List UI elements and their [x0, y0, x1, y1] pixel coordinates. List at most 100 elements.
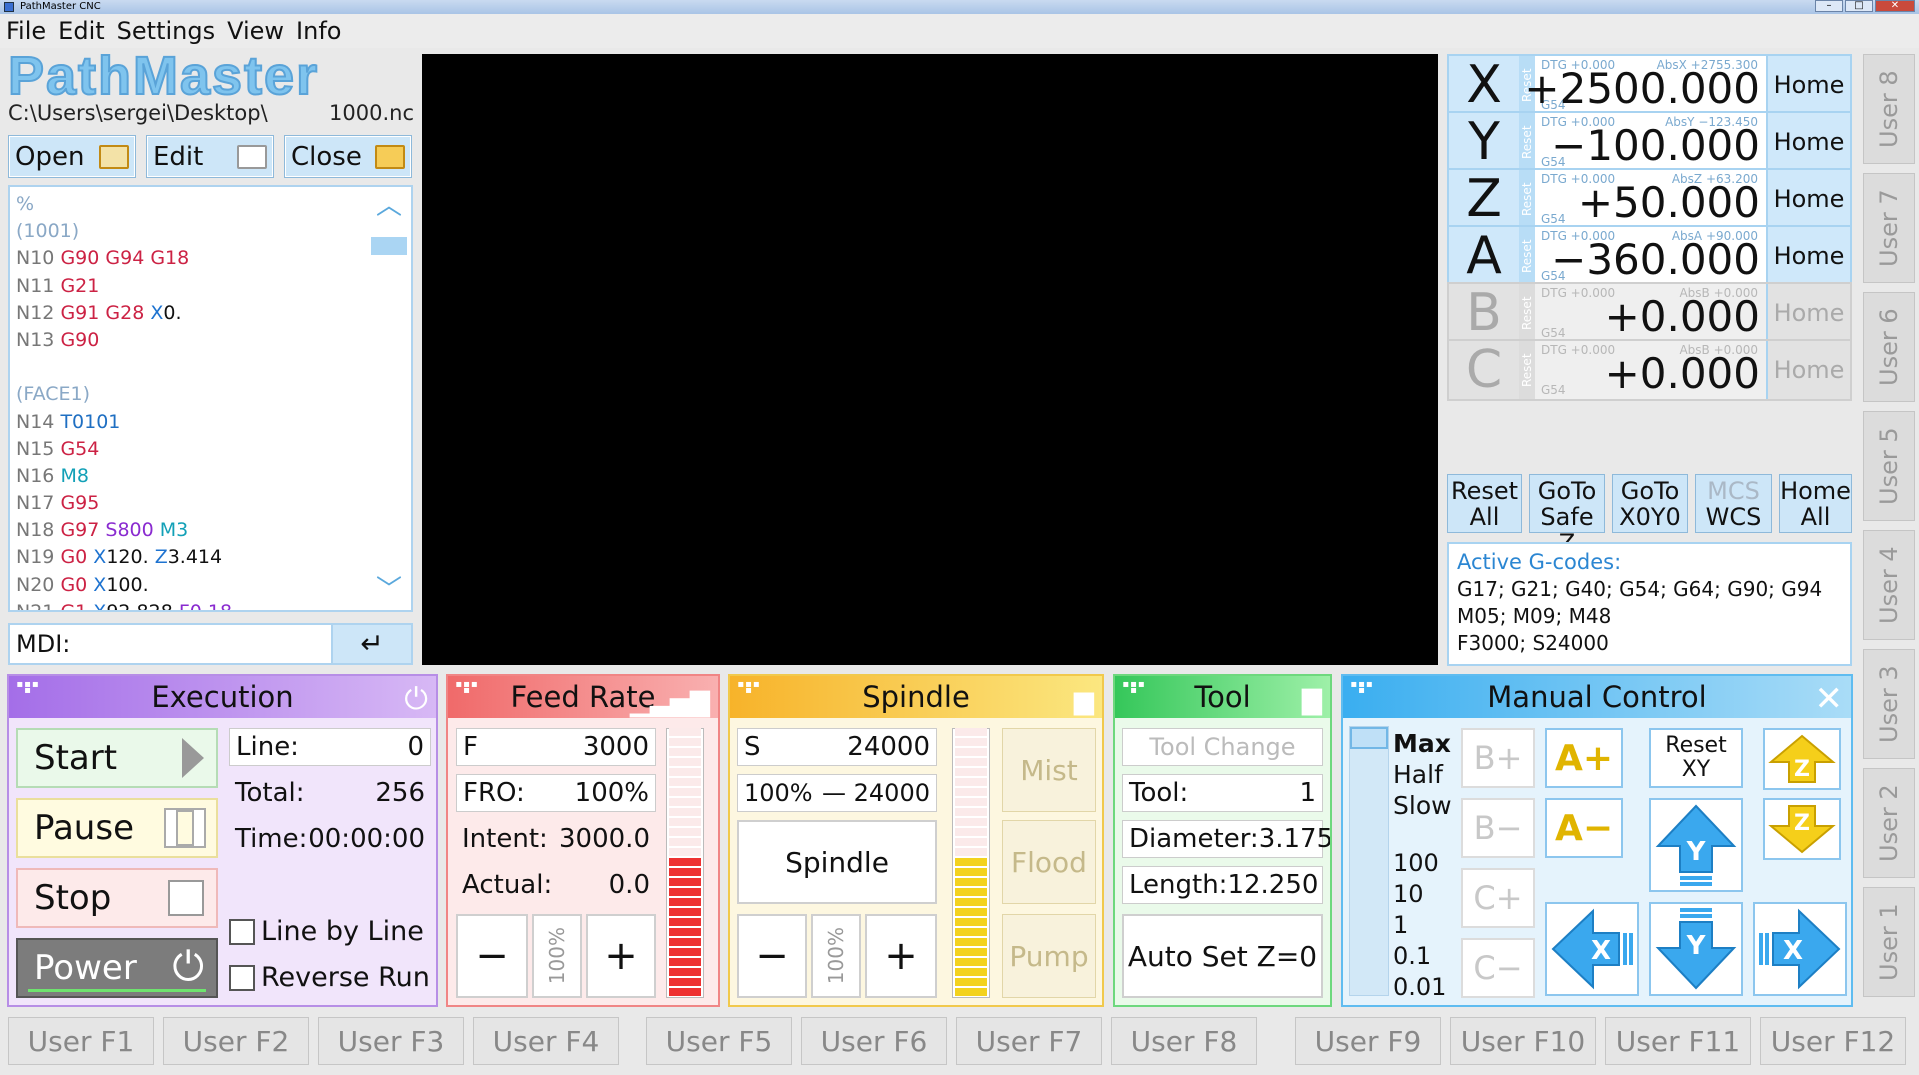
axis-reset-button[interactable]: Reset [1519, 284, 1535, 342]
feed-plus-button[interactable]: + [586, 914, 656, 998]
scroll-down-icon[interactable]: ﹀ [371, 575, 407, 605]
axis-home-button[interactable]: Home [1766, 227, 1850, 285]
axis-value[interactable]: −100.000 [1551, 121, 1760, 170]
menu-view[interactable]: View [221, 14, 290, 48]
drag-handle-icon[interactable]: ▪▪▪ ▪ [736, 680, 762, 696]
jog-slider-handle[interactable] [1350, 727, 1388, 749]
toolpath-viewport[interactable] [422, 54, 1438, 665]
function-key-button[interactable]: User F5 [646, 1017, 792, 1065]
jog-b-minus-button[interactable]: B− [1461, 798, 1535, 858]
spindle-s-field[interactable]: S 24000 [737, 728, 937, 766]
code-line[interactable]: N12 G91 G28 X0. [16, 300, 380, 327]
pause-button[interactable]: Pause [16, 798, 218, 858]
jog-y-minus-button[interactable]: Y [1649, 902, 1743, 996]
mdi-input[interactable]: MDI: ↵ [8, 623, 413, 665]
code-line[interactable]: N13 G90 [16, 327, 380, 354]
feed-minus-button[interactable]: − [456, 914, 528, 998]
tool-diameter-field[interactable]: Diameter: 3.175 [1122, 820, 1330, 858]
close-panel-icon[interactable]: ✕ [1815, 678, 1844, 720]
tool-length-field[interactable]: Length: 12.250 [1122, 866, 1323, 904]
axis-value[interactable]: +2500.000 [1524, 64, 1760, 113]
user-side-button[interactable]: User 4 [1863, 530, 1915, 640]
spindle-reset-100-button[interactable]: 100% [811, 914, 861, 998]
axis-reset-button[interactable]: Reset [1519, 341, 1535, 399]
spindle-plus-button[interactable]: + [865, 914, 937, 998]
quick-button-1[interactable]: GoToSafe Z [1529, 474, 1605, 556]
step-1[interactable]: 1 [1393, 910, 1446, 941]
axis-value[interactable]: +0.000 [1605, 292, 1760, 341]
jog-z-minus-button[interactable]: Z [1763, 798, 1841, 860]
jog-z-plus-button[interactable]: Z [1763, 728, 1841, 790]
speed-max[interactable]: Max [1393, 728, 1452, 759]
spindle-minus-button[interactable]: − [737, 914, 807, 998]
quick-button-3[interactable]: MCS WCS [1695, 474, 1772, 533]
quick-button-4[interactable]: Home All [1779, 474, 1852, 533]
tool-number-field[interactable]: Tool: 1 [1122, 774, 1323, 812]
code-line[interactable] [16, 354, 380, 381]
feed-f-field[interactable]: F 3000 [456, 728, 656, 766]
jog-c-plus-button[interactable]: C+ [1461, 868, 1535, 928]
speed-slow[interactable]: Slow [1393, 790, 1452, 821]
code-line[interactable]: N18 G97 S800 M3 [16, 517, 380, 544]
function-key-button[interactable]: User F4 [473, 1017, 619, 1065]
menu-edit[interactable]: Edit [52, 14, 110, 48]
step-0-1[interactable]: 0.1 [1393, 941, 1446, 972]
close-window-icon[interactable]: ✕ [1875, 0, 1915, 12]
function-key-button[interactable]: User F2 [163, 1017, 309, 1065]
code-line[interactable]: N19 G0 X120. Z3.414 [16, 544, 380, 571]
function-key-button[interactable]: User F7 [956, 1017, 1102, 1065]
function-key-button[interactable]: User F10 [1450, 1017, 1596, 1065]
drag-handle-icon[interactable]: ▪▪▪ ▪ [15, 680, 41, 696]
jog-y-plus-button[interactable]: Y [1649, 798, 1743, 892]
jog-b-plus-button[interactable]: B+ [1461, 728, 1535, 788]
menu-file[interactable]: File [0, 14, 52, 48]
jog-x-minus-button[interactable]: X [1545, 902, 1639, 996]
stop-button[interactable]: Stop [16, 868, 218, 928]
mist-button[interactable]: Mist [1002, 728, 1096, 812]
reverse-run-option[interactable]: Reverse Run [229, 962, 430, 993]
gcode-scrollbar[interactable]: ︿ ﹀ [371, 191, 407, 605]
axis-home-button[interactable]: Home [1766, 284, 1850, 342]
code-line[interactable]: N15 G54 [16, 436, 380, 463]
axis-reset-button[interactable]: Reset [1519, 170, 1535, 228]
step-100[interactable]: 100 [1393, 848, 1446, 879]
function-key-button[interactable]: User F11 [1605, 1017, 1751, 1065]
pump-button[interactable]: Pump [1002, 914, 1096, 998]
auto-set-z-button[interactable]: Auto Set Z=0 [1122, 914, 1323, 998]
jog-c-minus-button[interactable]: C− [1461, 938, 1535, 998]
code-line[interactable]: N11 G21 [16, 273, 380, 300]
line-by-line-option[interactable]: Line by Line [229, 916, 424, 947]
drag-handle-icon[interactable]: ▪▪▪ ▪ [454, 680, 480, 696]
axis-value[interactable]: +0.000 [1605, 349, 1760, 398]
gcode-editor[interactable]: % (1001) N10 G90 G94 G18 N11 G21 N12 G91 G28… [8, 185, 413, 612]
jog-x-plus-button[interactable]: X [1753, 902, 1847, 996]
axis-value[interactable]: +50.000 [1578, 178, 1760, 227]
scroll-thumb[interactable] [371, 237, 407, 255]
code-line[interactable]: N20 G0 X100. [16, 572, 380, 599]
function-key-button[interactable]: User F1 [8, 1017, 154, 1065]
code-line[interactable]: (FACE1) [16, 381, 380, 408]
menu-settings[interactable]: Settings [111, 14, 221, 48]
user-side-button[interactable]: User 8 [1863, 54, 1915, 164]
menu-info[interactable]: Info [290, 14, 347, 48]
line-by-line-checkbox[interactable] [229, 918, 255, 945]
spindle-button[interactable]: Spindle [737, 820, 937, 904]
minimize-icon[interactable]: – [1815, 0, 1843, 12]
step-10[interactable]: 10 [1393, 879, 1446, 910]
function-key-button[interactable]: User F9 [1295, 1017, 1441, 1065]
mdi-enter-button[interactable]: ↵ [331, 625, 411, 663]
code-line[interactable]: N21 G1 X92.828 F0.18 [16, 599, 380, 610]
reverse-run-checkbox[interactable] [229, 964, 255, 991]
tool-change-button[interactable]: Tool Change [1122, 728, 1323, 766]
code-line[interactable]: % [16, 191, 380, 218]
quick-button-0[interactable]: Reset All [1447, 474, 1522, 533]
power-button[interactable]: Power ⏻ [16, 938, 218, 998]
user-side-button[interactable]: User 6 [1863, 292, 1915, 402]
jog-a-plus-button[interactable]: A+ [1545, 728, 1623, 788]
axis-home-button[interactable]: Home [1766, 113, 1850, 171]
function-key-button[interactable]: User F3 [318, 1017, 464, 1065]
axis-home-button[interactable]: Home [1766, 170, 1850, 228]
function-key-button[interactable]: User F12 [1760, 1017, 1906, 1065]
code-line[interactable]: N14 T0101 [16, 409, 380, 436]
user-side-button[interactable]: User 7 [1863, 173, 1915, 283]
